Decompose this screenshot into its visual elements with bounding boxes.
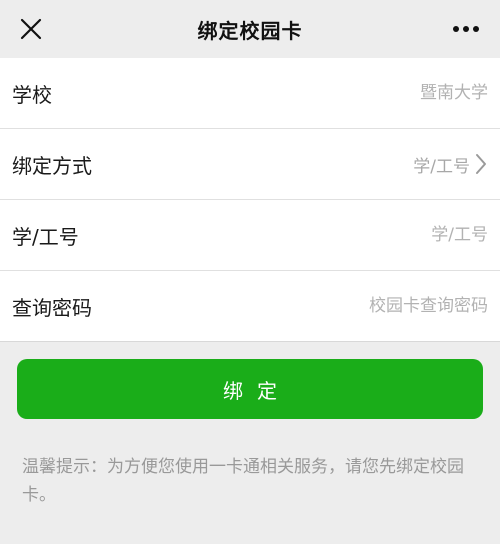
bind-form: 学校 绑定方式 学/工号 学/工号 查询密码 [0, 58, 500, 342]
navigation-bar: 绑定校园卡 [0, 0, 500, 58]
more-button[interactable] [446, 12, 486, 46]
school-row: 学校 [0, 58, 500, 129]
bind-campus-card-screen: 绑定校园卡 学校 绑定方式 学/工号 学/工号 [0, 0, 500, 544]
student-id-row: 学/工号 [0, 200, 500, 271]
close-icon [20, 18, 42, 40]
tip-text: 温馨提示：为方便您使用一卡通相关服务，请您先绑定校园卡。 [22, 457, 464, 505]
bind-method-row[interactable]: 绑定方式 学/工号 [0, 129, 500, 200]
password-row: 查询密码 [0, 271, 500, 342]
school-label: 学校 [12, 82, 52, 107]
school-input[interactable] [64, 83, 488, 103]
page-title: 绑定校园卡 [197, 18, 303, 43]
bind-method-value: 学/工号 [413, 156, 470, 177]
password-label: 查询密码 [12, 295, 92, 320]
student-id-label: 学/工号 [12, 224, 79, 249]
bind-button[interactable]: 绑定 [17, 359, 483, 419]
student-id-input[interactable] [90, 225, 488, 245]
more-icon [453, 26, 479, 32]
close-button[interactable] [14, 12, 48, 46]
password-input[interactable] [104, 296, 488, 316]
bind-method-label: 绑定方式 [12, 153, 92, 178]
chevron-right-icon [474, 152, 488, 176]
